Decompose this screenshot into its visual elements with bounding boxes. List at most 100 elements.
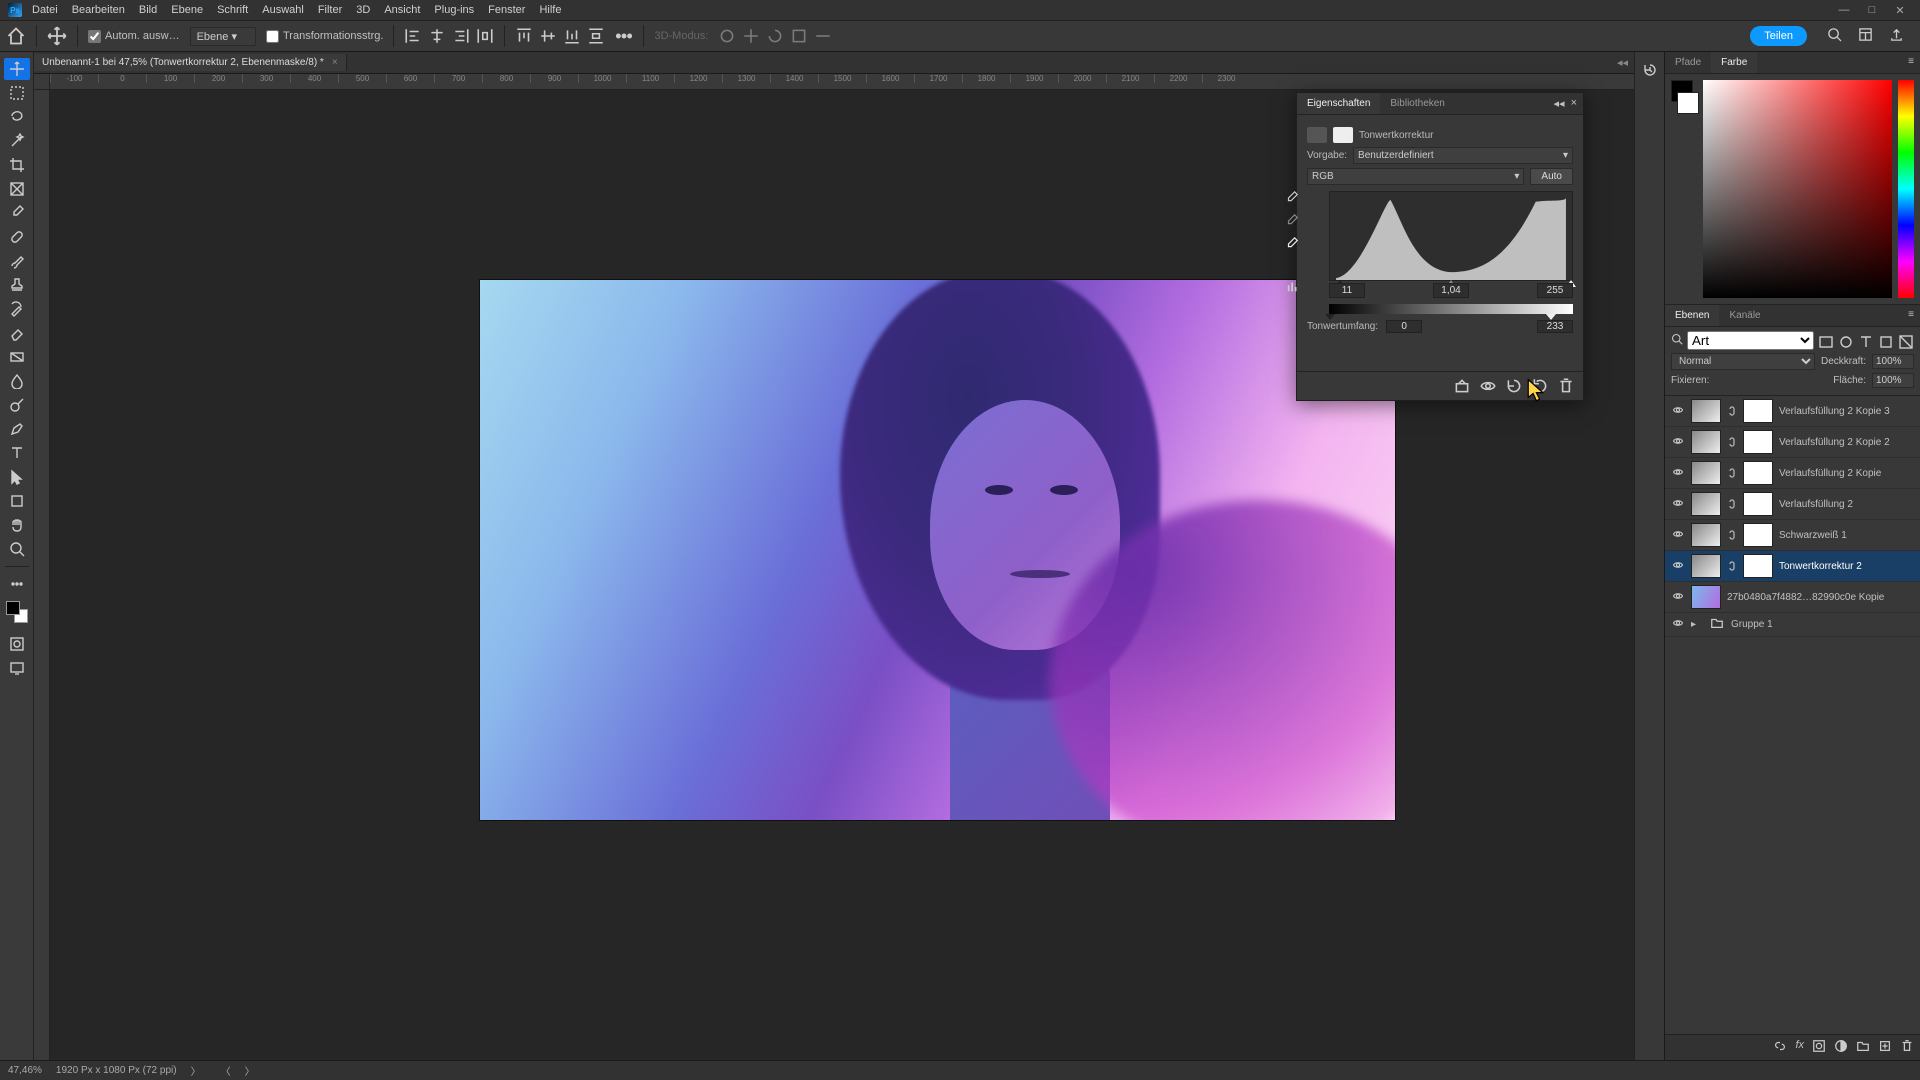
shape-tool[interactable] [4,490,30,512]
background-swatch[interactable] [1677,92,1699,114]
close-panel-icon[interactable]: × [1571,97,1577,110]
new-adjustment-icon[interactable] [1834,1039,1848,1056]
foreground-background-colors[interactable] [6,601,28,623]
visibility-toggle[interactable] [1671,466,1685,481]
align-left-icon[interactable] [404,27,422,45]
reset-icon[interactable] [1531,378,1549,394]
link-layers-icon[interactable] [1773,1039,1787,1056]
marquee-tool[interactable] [4,82,30,104]
export-icon[interactable] [1889,27,1904,45]
screenmode-icon[interactable] [4,657,30,679]
doc-info-chevron[interactable]: 〉 [191,1063,201,1078]
color-field[interactable] [1703,80,1892,298]
layer-row[interactable]: Schwarzweiß 1 [1665,520,1920,551]
visibility-toggle[interactable] [1671,497,1685,512]
mask-thumb-icon[interactable] [1333,127,1353,143]
input-gamma[interactable] [1433,283,1469,298]
menu-fenster[interactable]: Fenster [488,4,525,16]
menu-3d[interactable]: 3D [356,4,370,16]
frame-tool[interactable] [4,178,30,200]
new-layer-icon[interactable] [1878,1039,1892,1056]
layer-row[interactable]: Verlaufsfüllung 2 [1665,489,1920,520]
brush-tool[interactable] [4,250,30,272]
input-highlight[interactable] [1537,283,1573,298]
filter-smart-icon[interactable] [1898,334,1914,348]
tab-color[interactable]: Farbe [1711,52,1757,73]
fill-input[interactable] [1872,373,1914,388]
menu-hilfe[interactable]: Hilfe [539,4,561,16]
eyedropper-tool[interactable] [4,202,30,224]
move-tool-icon[interactable] [47,26,67,46]
layer-row[interactable]: Verlaufsfüllung 2 Kopie [1665,458,1920,489]
layer-row[interactable]: ▸Gruppe 1 [1665,613,1920,637]
dodge-tool[interactable] [4,394,30,416]
move-tool[interactable] [4,58,30,80]
tab-channels[interactable]: Kanäle [1719,305,1770,326]
path-select-tool[interactable] [4,466,30,488]
layer-row[interactable]: 27b0480a7f4882…82990c0e Kopie [1665,582,1920,613]
wand-tool[interactable] [4,130,30,152]
edit-toolbar-icon[interactable] [4,573,30,595]
visibility-toggle[interactable] [1671,559,1685,574]
eyedropper-gray-icon[interactable] [1285,214,1301,231]
menu-ansicht[interactable]: Ansicht [384,4,420,16]
toggle-visibility-icon[interactable] [1479,378,1497,394]
visibility-toggle[interactable] [1671,590,1685,605]
more-options-icon[interactable] [615,27,633,45]
input-shadow[interactable] [1329,283,1365,298]
share-button[interactable]: Teilen [1750,26,1807,46]
align-right-icon[interactable] [452,27,470,45]
layer-row[interactable]: Verlaufsfüllung 2 Kopie 3 [1665,396,1920,427]
layer-fx-icon[interactable]: fx [1795,1039,1804,1056]
clip-to-layer-icon[interactable] [1453,378,1471,394]
visibility-toggle[interactable] [1671,435,1685,450]
layer-row[interactable]: Verlaufsfüllung 2 Kopie 2 [1665,427,1920,458]
output-gradient[interactable] [1329,304,1573,314]
menu-ebene[interactable]: Ebene [171,4,203,16]
menu-filter[interactable]: Filter [318,4,342,16]
channel-select[interactable]: RGB▾ [1307,168,1524,185]
align-hcenter-icon[interactable] [428,27,446,45]
search-icon[interactable] [1827,27,1842,45]
collapse-panels-icon[interactable]: ◂◂ [1611,53,1634,72]
filter-shape-icon[interactable] [1878,334,1894,348]
delete-adjustment-icon[interactable] [1557,378,1575,394]
tab-paths[interactable]: Pfade [1665,52,1711,73]
timeline-prev-icon[interactable]: 〈 [221,1063,231,1078]
tab-properties[interactable]: Eigenschaften [1297,93,1380,114]
document-tab[interactable]: Unbenannt-1 bei 47,5% (Tonwertkorrektur … [34,54,347,71]
workspace-icon[interactable] [1858,27,1873,45]
menu-plug-ins[interactable]: Plug-ins [434,4,474,16]
auto-button[interactable]: Auto [1530,168,1573,185]
timeline-next-icon[interactable]: 〉 [245,1063,255,1078]
transform-controls-checkbox[interactable]: Transformationsstrg. [266,30,383,43]
output-low[interactable] [1386,320,1422,333]
quickmask-icon[interactable] [4,633,30,655]
hand-tool[interactable] [4,514,30,536]
blend-mode-select[interactable]: Normal [1671,353,1815,370]
auto-select-target[interactable]: Ebene ▾ [190,27,256,46]
crop-tool[interactable] [4,154,30,176]
add-mask-icon[interactable] [1812,1039,1826,1056]
gradient-tool[interactable] [4,346,30,368]
menu-bearbeiten[interactable]: Bearbeiten [72,4,125,16]
eyedropper-white-icon[interactable] [1285,237,1301,254]
eraser-tool[interactable] [4,322,30,344]
tab-layers[interactable]: Ebenen [1665,305,1719,326]
auto-select-checkbox[interactable]: Autom. ausw… [88,30,180,43]
align-bottom-icon[interactable] [563,27,581,45]
output-shadow-slider[interactable] [1325,314,1335,320]
opacity-input[interactable] [1872,354,1914,369]
distribute-v-icon[interactable] [587,27,605,45]
filter-pixel-icon[interactable] [1818,334,1834,348]
previous-state-icon[interactable] [1505,378,1523,394]
visibility-toggle[interactable] [1671,404,1685,419]
close-icon[interactable]: × [332,57,338,68]
preset-select[interactable]: Benutzerdefiniert▾ [1353,147,1573,164]
visibility-toggle[interactable] [1671,528,1685,543]
distribute-h-icon[interactable] [476,27,494,45]
pen-tool[interactable] [4,418,30,440]
layer-filter-type[interactable]: Art [1687,331,1814,350]
healing-tool[interactable] [4,226,30,248]
zoom-tool[interactable] [4,538,30,560]
